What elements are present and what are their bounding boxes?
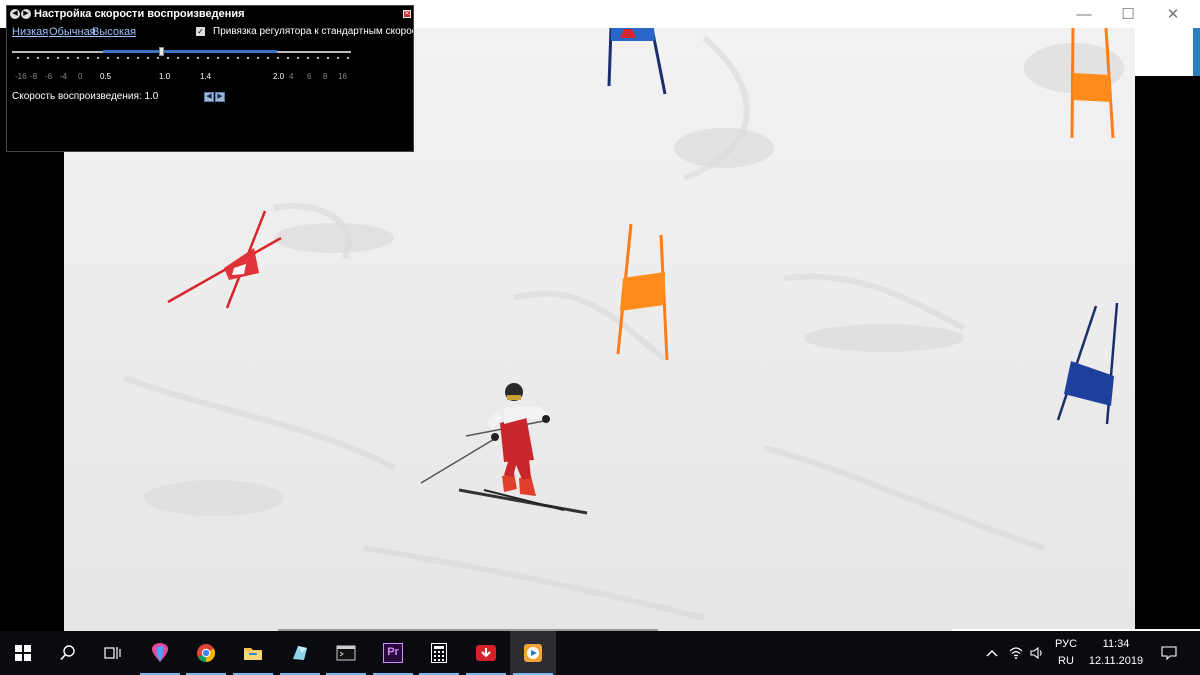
preset-low-link[interactable]: Низкая (12, 26, 48, 38)
slider-scale-label: 1.4 (200, 72, 212, 81)
slider-scale-label: -8 (30, 72, 38, 81)
slider-scale-label: 8 (323, 72, 328, 81)
step-faster-button[interactable]: ▶ (215, 92, 225, 102)
language-indicator[interactable]: РУС RU (1049, 631, 1083, 675)
slider-tick (137, 57, 139, 59)
dialog-header[interactable]: ◀ ▶ Настройка скорости воспроизведения ✕ (7, 6, 413, 23)
slider-tick (107, 57, 109, 59)
paint3d-icon[interactable] (137, 631, 183, 675)
forward-arrow-icon[interactable]: ▶ (21, 9, 31, 19)
minimize-button[interactable]: — (1061, 0, 1107, 28)
network-icon[interactable] (1004, 631, 1028, 675)
slider-scale-label: 0.5 (100, 72, 112, 81)
step-slower-button[interactable]: ◀ (204, 92, 214, 102)
preset-normal-link[interactable]: Обычная (49, 26, 96, 38)
volume-icon[interactable] (1026, 631, 1048, 675)
dialog-close-button[interactable]: ✕ (403, 10, 411, 18)
slider-ticks (7, 57, 413, 60)
slider-tick (347, 57, 349, 59)
media-player-icon[interactable] (510, 631, 556, 675)
premiere-icon[interactable]: Pr (370, 631, 416, 675)
terminal-icon[interactable] (323, 631, 369, 675)
explorer-icon[interactable] (230, 631, 276, 675)
slider-tick (17, 57, 19, 59)
slider-tick (57, 57, 59, 59)
slider-scale-label: -4 (60, 72, 68, 81)
speed-slider-thumb[interactable] (159, 47, 164, 56)
background-window-accent (1193, 28, 1200, 76)
background-window-edge (1135, 28, 1200, 76)
task-view-icon[interactable] (90, 631, 136, 675)
start-icon[interactable] (0, 631, 46, 675)
slider-tick (337, 57, 339, 59)
clock-time: 11:34 (1102, 638, 1130, 650)
slider-tick (327, 57, 329, 59)
slider-tick (257, 57, 259, 59)
slider-scale-label: 1.0 (159, 72, 171, 81)
clock[interactable]: 11:34 12.11.2019 (1082, 631, 1150, 675)
slider-scale-label: 16 (338, 72, 347, 81)
back-arrow-icon[interactable]: ◀ (10, 9, 20, 19)
slider-tick (37, 57, 39, 59)
slider-scale-label: -16 (15, 72, 27, 81)
premiere-label: Pr (383, 643, 403, 663)
tray-overflow-icon[interactable] (978, 631, 1006, 675)
calculator-icon[interactable] (416, 631, 462, 675)
slider-tick (187, 57, 189, 59)
download-icon[interactable] (463, 631, 509, 675)
slider-tick (157, 57, 159, 59)
preset-high-link[interactable]: Высокая (92, 26, 136, 38)
slider-tick (47, 57, 49, 59)
slider-tick (267, 57, 269, 59)
notification-icon[interactable] (1150, 631, 1188, 675)
crystal-icon[interactable] (277, 631, 323, 675)
slider-tick (117, 57, 119, 59)
snap-checkbox[interactable]: ✓ (196, 27, 205, 36)
speed-slider-range (103, 50, 277, 53)
slider-tick (287, 57, 289, 59)
taskbar: Pr РУС RU 11:34 12.11.2019 (0, 631, 1200, 675)
maximize-button[interactable]: ☐ (1105, 0, 1151, 28)
language-top: РУС (1054, 638, 1078, 650)
search-icon[interactable] (45, 631, 91, 675)
dialog-title: Настройка скорости воспроизведения (34, 8, 245, 20)
slider-tick (317, 57, 319, 59)
playback-speed-dialog: ◀ ▶ Настройка скорости воспроизведения ✕… (6, 5, 414, 152)
slider-tick (277, 57, 279, 59)
slider-tick (127, 57, 129, 59)
slider-tick (307, 57, 309, 59)
slider-tick (167, 57, 169, 59)
snap-checkbox-label: Привязка регулятора к стандартным скорос (213, 26, 413, 37)
slider-tick (197, 57, 199, 59)
slider-tick (297, 57, 299, 59)
slider-tick (77, 57, 79, 59)
slider-tick (27, 57, 29, 59)
clock-date: 12.11.2019 (1088, 655, 1144, 667)
slider-tick (247, 57, 249, 59)
slider-tick (177, 57, 179, 59)
chrome-icon[interactable] (183, 631, 229, 675)
slider-tick (97, 57, 99, 59)
slider-tick (87, 57, 89, 59)
slider-tick (147, 57, 149, 59)
slider-scale-label: 6 (307, 72, 312, 81)
speed-readout: Скорость воспроизведения: 1.0 (12, 91, 159, 102)
slider-scale-label: 2.0 (273, 72, 285, 81)
slider-scale-label: -6 (45, 72, 53, 81)
slider-scale-label: 4 (289, 72, 294, 81)
slider-tick (237, 57, 239, 59)
close-button[interactable]: ✕ (1150, 0, 1196, 28)
slider-tick (227, 57, 229, 59)
slider-tick (217, 57, 219, 59)
desktop: — ☐ ✕ ◀ ▶ Настройка скорости воспроизвед… (0, 0, 1200, 675)
slider-tick (207, 57, 209, 59)
slider-scale-label: 0 (78, 72, 83, 81)
slider-tick (67, 57, 69, 59)
language-bottom: RU (1058, 655, 1074, 667)
